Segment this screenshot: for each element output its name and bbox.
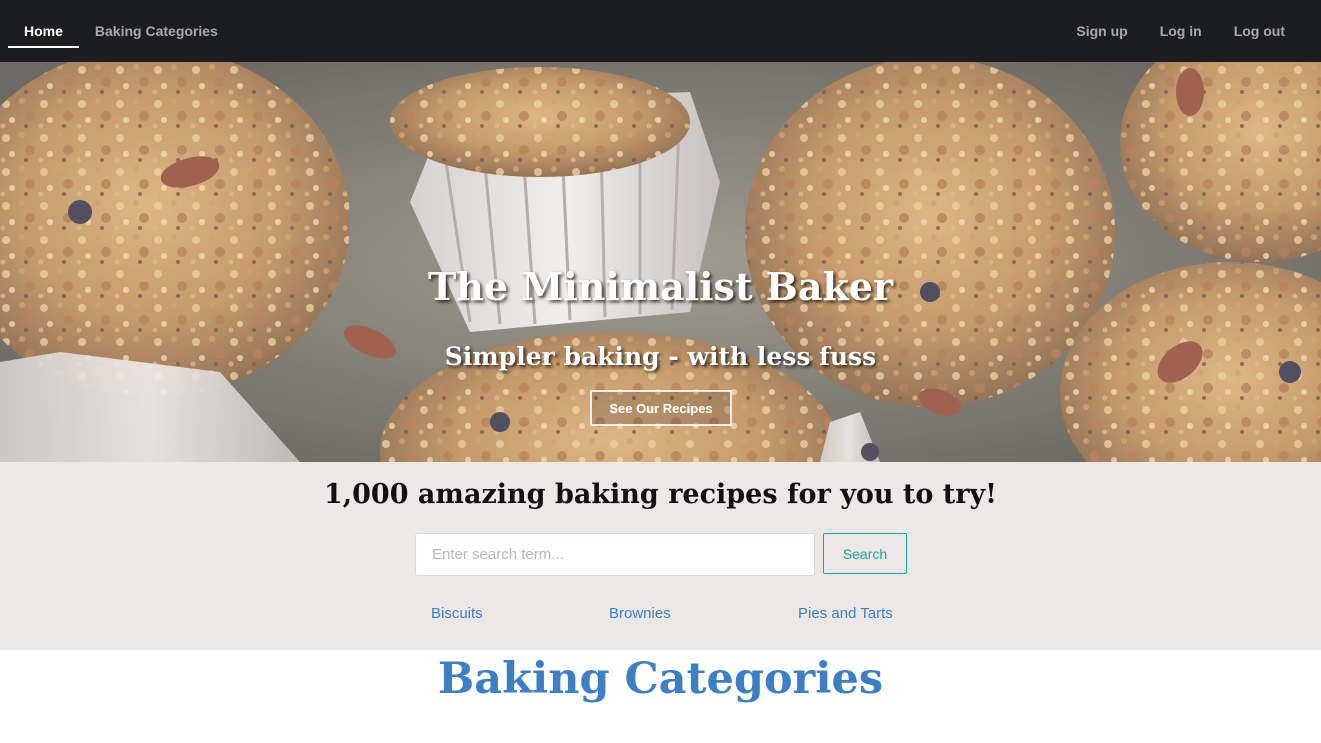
navbar-left-group: Home Baking Categories bbox=[0, 0, 234, 62]
search-section: 1,000 amazing baking recipes for you to … bbox=[0, 462, 1321, 650]
nav-signup-link[interactable]: Sign up bbox=[1060, 0, 1143, 62]
hero-subtitle: Simpler baking - with less fuss bbox=[444, 342, 877, 371]
category-link-pies-and-tarts[interactable]: Pies and Tarts bbox=[798, 605, 893, 622]
hero-banner: The Minimalist Baker Simpler baking - wi… bbox=[0, 62, 1321, 462]
category-link-biscuits[interactable]: Biscuits bbox=[431, 605, 483, 622]
navbar-right-group: Sign up Log in Log out bbox=[1060, 0, 1321, 62]
baking-categories-heading: Baking Categories bbox=[437, 654, 884, 704]
search-section-heading: 1,000 amazing baking recipes for you to … bbox=[323, 479, 998, 510]
category-link-brownies[interactable]: Brownies bbox=[609, 605, 671, 622]
nav-baking-categories-link[interactable]: Baking Categories bbox=[79, 0, 234, 62]
search-input[interactable] bbox=[415, 533, 815, 576]
nav-home-link[interactable]: Home bbox=[8, 0, 79, 62]
see-our-recipes-button[interactable]: See Our Recipes bbox=[590, 390, 732, 426]
top-navbar: Home Baking Categories Sign up Log in Lo… bbox=[0, 0, 1321, 62]
nav-logout-link[interactable]: Log out bbox=[1218, 0, 1301, 62]
hero-title: The Minimalist Baker bbox=[427, 264, 894, 309]
nav-login-link[interactable]: Log in bbox=[1144, 0, 1218, 62]
search-button[interactable]: Search bbox=[823, 533, 907, 574]
